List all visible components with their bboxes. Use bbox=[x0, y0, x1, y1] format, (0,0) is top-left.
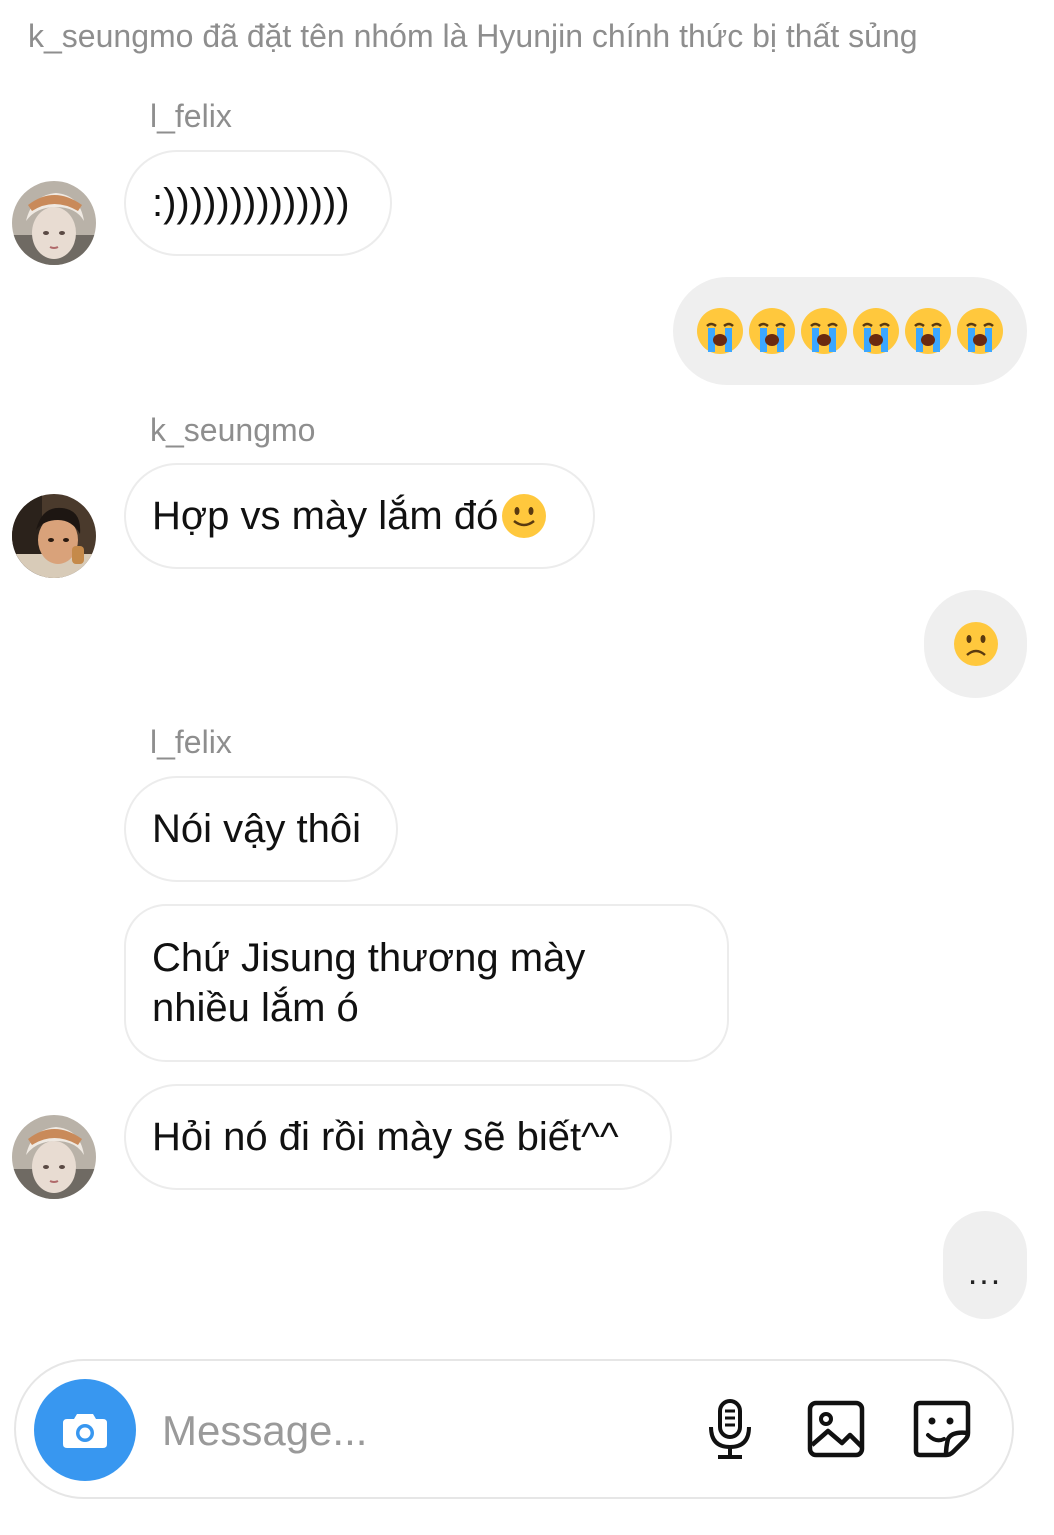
loudly-crying-face-icon bbox=[957, 308, 1003, 354]
slightly-smiling-face-icon bbox=[502, 494, 547, 538]
camera-icon bbox=[63, 1414, 107, 1448]
incoming-message-bubble[interactable]: Chứ Jisung thương mày nhiều lắm ó bbox=[124, 904, 729, 1062]
loudly-crying-face-icon bbox=[697, 308, 743, 354]
microphone-icon[interactable] bbox=[698, 1397, 762, 1461]
incoming-message-bubble[interactable]: Hỏi nó đi rồi mày sẽ biết^^ bbox=[124, 1084, 672, 1190]
crying-emoji-row bbox=[695, 306, 1005, 356]
message-text-line: Chứ Jisung thương mày bbox=[152, 936, 586, 980]
message-input[interactable] bbox=[162, 1401, 662, 1461]
message-composer bbox=[14, 1359, 1014, 1499]
camera-button[interactable] bbox=[34, 1379, 136, 1481]
loudly-crying-face-icon bbox=[905, 308, 951, 354]
message-text-line: nhiều lắm ó bbox=[152, 986, 359, 1030]
incoming-message-bubble[interactable]: :)))))))))))))) bbox=[124, 150, 392, 256]
message-text: Nói vậy thôi bbox=[152, 807, 361, 851]
avatar-seungmo[interactable] bbox=[12, 494, 96, 578]
outgoing-message-bubble[interactable] bbox=[924, 590, 1027, 698]
sender-name-felix: l_felix bbox=[150, 724, 232, 760]
outgoing-message-bubble[interactable] bbox=[673, 277, 1027, 385]
avatar-felix[interactable] bbox=[12, 1115, 96, 1199]
frowning-face-icon bbox=[953, 622, 998, 666]
loudly-crying-face-icon bbox=[801, 308, 847, 354]
message-text: Hỏi nó đi rồi mày sẽ biết^^ bbox=[152, 1115, 619, 1159]
incoming-message-bubble[interactable]: Nói vậy thôi bbox=[124, 776, 398, 882]
message-text: Hợp vs mày lắm đó bbox=[152, 494, 499, 538]
sender-name-seungmo: k_seungmo bbox=[150, 412, 316, 448]
sticker-icon[interactable] bbox=[910, 1397, 974, 1461]
typing-indicator-bubble: ... bbox=[943, 1211, 1027, 1319]
sender-name-felix: l_felix bbox=[150, 98, 232, 134]
avatar-felix[interactable] bbox=[12, 181, 96, 265]
group-name-notice: k_seungmo đã đặt tên nhóm là Hyunjin chí… bbox=[28, 18, 918, 54]
message-text-block: Chứ Jisung thương mày nhiều lắm ó bbox=[152, 933, 585, 1033]
loudly-crying-face-icon bbox=[749, 308, 795, 354]
message-text: :)))))))))))))) bbox=[152, 181, 350, 225]
typing-dots: ... bbox=[967, 1253, 1003, 1292]
gallery-icon[interactable] bbox=[804, 1397, 868, 1461]
loudly-crying-face-icon bbox=[853, 308, 899, 354]
incoming-message-bubble[interactable]: Hợp vs mày lắm đó bbox=[124, 463, 595, 569]
